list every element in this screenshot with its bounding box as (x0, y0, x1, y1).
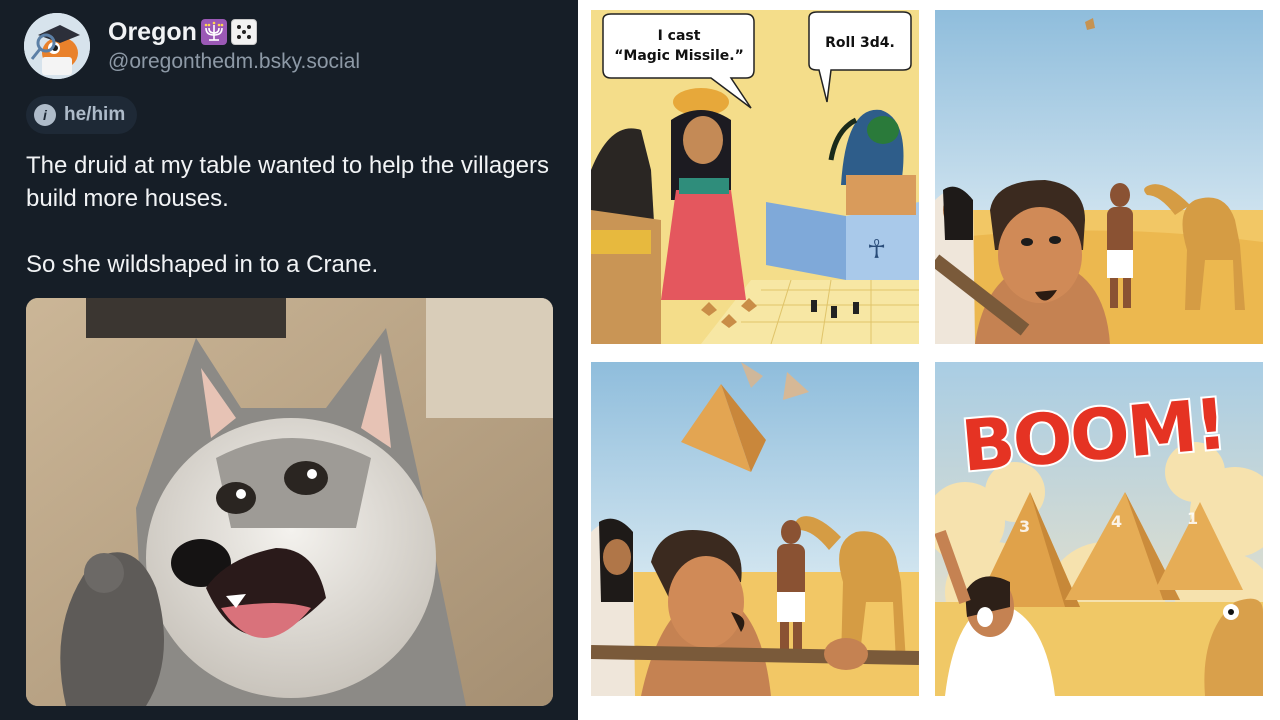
comic-panel-2[interactable] (935, 10, 1263, 344)
svg-text:☥: ☥ (867, 235, 886, 265)
comic-strip: ☥ I cast “Magic Missile.” Roll 3d4. 3 4 … (578, 0, 1280, 720)
display-name[interactable]: Oregon (108, 16, 257, 48)
avatar-image (24, 13, 90, 79)
pyramid-number: 3 (1019, 517, 1030, 536)
avatar[interactable] (24, 13, 90, 79)
social-post: Oregon @oregonthedm.bsky.social i he/him… (0, 0, 578, 720)
husky-image[interactable] (26, 298, 553, 706)
bubble-right-text: Roll 3d4. (825, 35, 895, 51)
post-body: The druid at my table wanted to help the… (26, 149, 556, 281)
pyramid-number: 1 (1187, 509, 1198, 528)
pronouns-text: he/him (64, 104, 126, 125)
user-handle[interactable]: @oregonthedm.bsky.social (108, 50, 360, 74)
info-icon: i (34, 104, 56, 126)
comic-panel-1[interactable]: ☥ I cast “Magic Missile.” Roll 3d4. (591, 10, 919, 344)
pyramid-number: 4 (1111, 512, 1122, 531)
post-text-line: The druid at my table wanted to help the… (26, 152, 549, 212)
post-text-line: So she wildshaped in to a Crane. (26, 251, 379, 278)
pronouns-badge: i he/him (26, 96, 138, 134)
menorah-icon (200, 19, 227, 45)
comic-panel-3[interactable] (591, 362, 919, 696)
display-name-text: Oregon (108, 17, 197, 46)
die-icon (230, 19, 257, 45)
comic-panel-4[interactable]: 3 4 1 BOOM! (935, 362, 1263, 696)
